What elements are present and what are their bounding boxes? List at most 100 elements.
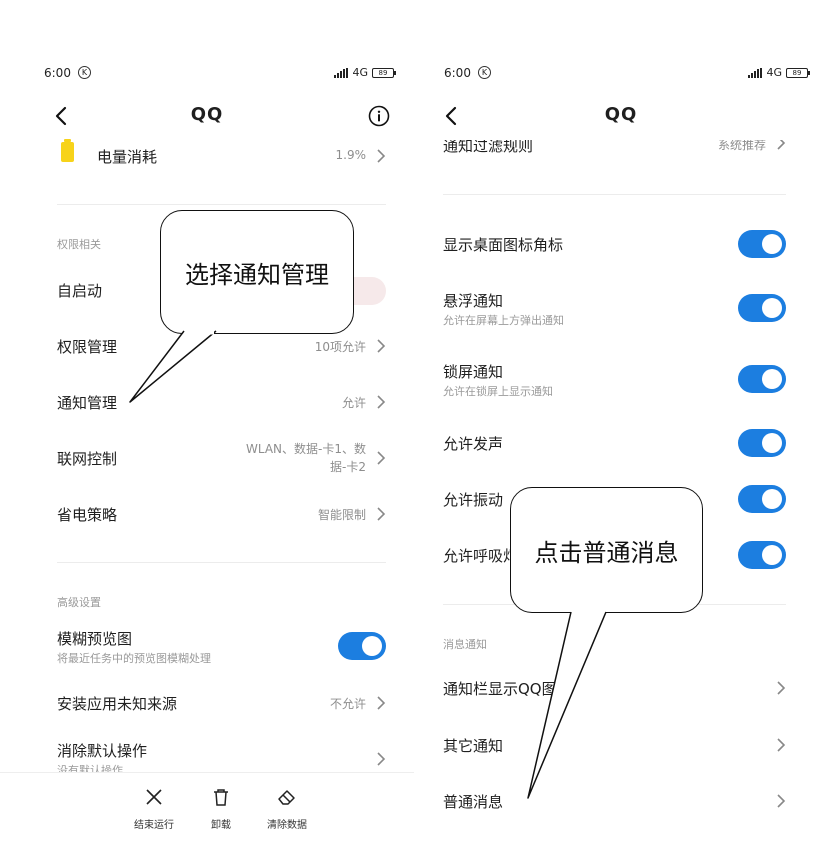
unknown-sources-row[interactable]: 安装应用未知来源 不允许 <box>57 693 386 715</box>
sound-toggle-row[interactable]: 允许发声 <box>443 429 786 457</box>
unknown-sources-label: 安装应用未知来源 <box>57 695 178 713</box>
chevron-right-icon <box>377 395 386 409</box>
notification-manage-row[interactable]: 通知管理 允许 <box>57 392 386 414</box>
other-notification-label: 其它通知 <box>443 737 504 755</box>
k-badge-icon: K <box>478 66 491 79</box>
lockscreen-notification-toggle[interactable] <box>738 365 786 393</box>
clear-data-button[interactable]: 清除数据 <box>252 787 322 832</box>
info-icon[interactable] <box>368 105 390 127</box>
permission-manage-row[interactable]: 权限管理 10项允许 <box>57 336 386 358</box>
status-bar: 6:00 K 4G 89 <box>444 64 810 84</box>
chevron-right-icon <box>377 752 386 766</box>
badge-toggle[interactable] <box>738 230 786 258</box>
nav-bar: QQ <box>414 100 828 132</box>
statusbar-icon-label: 通知栏显示QQ图标 <box>443 680 572 698</box>
floating-notification-row[interactable]: 悬浮通知 允许在屏幕上方弹出通知 <box>443 290 786 330</box>
blur-preview-toggle[interactable] <box>338 632 386 660</box>
divider <box>57 562 386 563</box>
blur-preview-row[interactable]: 模糊预览图 将最近任务中的预览图模糊处理 <box>57 628 386 668</box>
clear-defaults-label: 消除默认操作 <box>57 742 148 760</box>
chevron-right-icon <box>377 149 386 163</box>
status-right: 4G 89 <box>334 66 396 79</box>
chevron-right-icon <box>777 681 786 695</box>
statusbar-icon-row[interactable]: 通知栏显示QQ图标 <box>443 678 786 700</box>
chevron-right-icon <box>377 339 386 353</box>
bottom-action-bar: 结束运行 卸载 清除数据 <box>0 772 414 855</box>
signal-icon <box>748 67 763 78</box>
floating-notification-sub: 允许在屏幕上方弹出通知 <box>443 314 564 327</box>
badge-toggle-label: 显示桌面图标角标 <box>443 236 564 254</box>
lockscreen-notification-row[interactable]: 锁屏通知 允许在锁屏上显示通知 <box>443 361 786 401</box>
left-phone-screen: 6:00 K 4G 89 QQ 电量消耗 1.9% 权限相关 自启动 权限管理 … <box>0 0 414 855</box>
network-label: 4G <box>766 66 782 79</box>
permission-manage-value: 10项允许 <box>314 340 366 354</box>
vibrate-toggle-label: 允许振动 <box>443 491 504 509</box>
battery-usage-row[interactable]: 电量消耗 1.9% <box>57 139 386 168</box>
notification-manage-label: 通知管理 <box>57 394 118 412</box>
lockscreen-notification-label: 锁屏通知 <box>443 363 504 381</box>
filter-rule-value: 系统推荐 <box>717 140 766 152</box>
divider <box>57 204 386 205</box>
badge-toggle-row[interactable]: 显示桌面图标角标 <box>443 230 786 258</box>
signal-icon <box>334 67 349 78</box>
page-title: QQ <box>190 104 224 125</box>
nav-bar: QQ <box>0 100 414 132</box>
force-stop-button[interactable]: 结束运行 <box>119 787 189 832</box>
other-notification-row[interactable]: 其它通知 <box>443 735 786 757</box>
permissions-section-label: 权限相关 <box>57 238 101 251</box>
chevron-right-icon <box>777 738 786 752</box>
battery-usage-value: 1.9% <box>335 148 367 162</box>
autostart-label: 自启动 <box>57 282 103 300</box>
divider <box>443 194 786 195</box>
status-battery-icon: 89 <box>372 67 396 78</box>
power-saving-value: 智能限制 <box>317 508 366 522</box>
uninstall-button[interactable]: 卸载 <box>186 787 256 832</box>
force-stop-label: 结束运行 <box>134 820 174 831</box>
chevron-right-icon <box>777 794 786 808</box>
permission-manage-label: 权限管理 <box>57 338 118 356</box>
vibrate-toggle[interactable] <box>738 485 786 513</box>
lockscreen-notification-sub: 允许在锁屏上显示通知 <box>443 385 553 398</box>
k-badge-icon: K <box>78 66 91 79</box>
floating-notification-label: 悬浮通知 <box>443 292 504 310</box>
status-time: 6:00 <box>44 66 71 80</box>
sound-toggle-label: 允许发声 <box>443 435 504 453</box>
status-right: 4G 89 <box>748 66 810 79</box>
breathing-light-label: 允许呼吸灯 <box>443 547 519 565</box>
uninstall-label: 卸载 <box>211 820 231 831</box>
callout-click-normal-message: 点击普通消息 <box>510 487 703 613</box>
network-control-value-line1: WLAN、数据-卡1、数 <box>246 442 366 456</box>
filter-rule-label: 通知过滤规则 <box>443 140 534 154</box>
status-bar: 6:00 K 4G 89 <box>44 64 396 84</box>
sound-toggle[interactable] <box>738 429 786 457</box>
power-saving-label: 省电策略 <box>57 506 118 524</box>
normal-message-row[interactable]: 普通消息 <box>443 791 786 813</box>
chevron-right-icon <box>377 507 386 521</box>
network-control-label: 联网控制 <box>57 450 118 468</box>
floating-notification-toggle[interactable] <box>738 294 786 322</box>
power-saving-row[interactable]: 省电策略 智能限制 <box>57 504 386 526</box>
message-section-label: 消息通知 <box>443 638 487 651</box>
right-phone-screen: 6:00 K 4G 89 QQ 通知过滤规则 系统推荐 显示桌面图标角标 悬浮通… <box>414 0 828 855</box>
trash-icon <box>214 789 228 806</box>
status-time: 6:00 <box>444 66 471 80</box>
notification-manage-value: 允许 <box>341 396 366 410</box>
blur-preview-label: 模糊预览图 <box>57 630 133 648</box>
status-battery-icon: 89 <box>786 67 810 78</box>
callout-select-notification: 选择通知管理 <box>160 210 354 334</box>
battery-icon <box>61 139 74 162</box>
unknown-sources-value: 不允许 <box>329 697 366 711</box>
filter-rule-row[interactable]: 通知过滤规则 系统推荐 <box>443 140 786 154</box>
blur-preview-sub: 将最近任务中的预览图模糊处理 <box>57 652 211 665</box>
clear-defaults-row[interactable]: 消除默认操作 没有默认操作 <box>57 740 386 772</box>
page-title: QQ <box>604 104 638 125</box>
chevron-right-icon <box>377 696 386 710</box>
chevron-right-icon <box>377 451 386 465</box>
clear-defaults-sub: 没有默认操作 <box>57 764 123 772</box>
normal-message-label: 普通消息 <box>443 793 504 811</box>
advanced-section-label: 高级设置 <box>57 596 101 609</box>
breathing-light-toggle[interactable] <box>738 541 786 569</box>
close-x-icon <box>146 789 162 805</box>
eraser-icon <box>278 790 295 805</box>
network-control-row[interactable]: 联网控制 WLAN、数据-卡1、数 据-卡2 <box>57 440 386 476</box>
